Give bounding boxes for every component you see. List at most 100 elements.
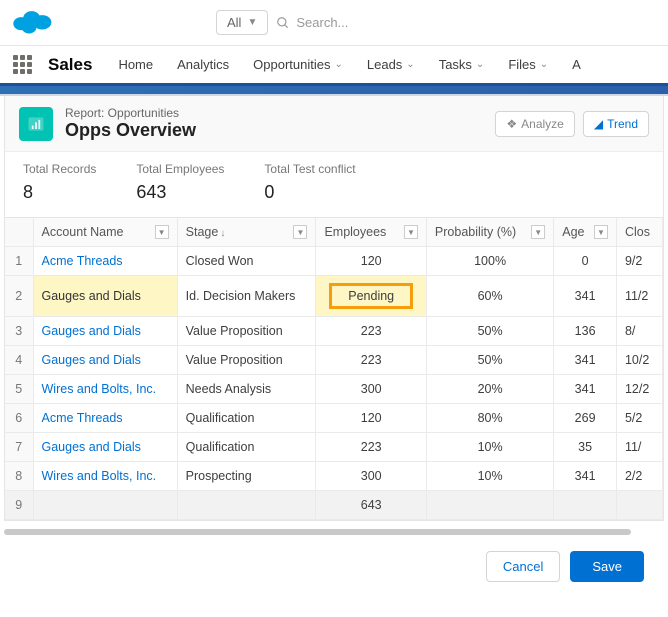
- cell-employees[interactable]: Pending: [316, 276, 426, 317]
- nav-files[interactable]: Files⌄: [500, 57, 556, 72]
- cell-employees: 300: [316, 462, 426, 491]
- cell-employees: 223: [316, 317, 426, 346]
- cell-age: 341: [554, 346, 617, 375]
- analyze-button[interactable]: ❖ Analyze: [495, 111, 574, 137]
- cell-stage: Closed Won: [177, 247, 316, 276]
- cell-account[interactable]: Gauges and Dials: [33, 346, 177, 375]
- col-close[interactable]: Clos: [616, 218, 662, 247]
- table-row: 6Acme ThreadsQualification12080%2695/2: [5, 404, 663, 433]
- report-table: Account Name▼ Stage↓▼ Employees▼ Probabi…: [5, 218, 663, 520]
- cell-stage: Qualification: [177, 404, 316, 433]
- table-row: 3Gauges and DialsValue Proposition22350%…: [5, 317, 663, 346]
- col-rownum: [5, 218, 33, 247]
- column-menu-icon[interactable]: ▼: [404, 225, 418, 239]
- col-account-name[interactable]: Account Name▼: [33, 218, 177, 247]
- cell-rownum: 1: [5, 247, 33, 276]
- search-placeholder: Search...: [296, 15, 348, 30]
- cell-stage: Value Proposition: [177, 346, 316, 375]
- cell-probability: 100%: [426, 247, 553, 276]
- cell-age: 269: [554, 404, 617, 433]
- search-scope-dropdown[interactable]: All ▼: [216, 10, 268, 35]
- cell-age: 341: [554, 462, 617, 491]
- nav-home[interactable]: Home: [110, 57, 161, 72]
- column-menu-icon[interactable]: ▼: [594, 225, 608, 239]
- table-row: 4Gauges and DialsValue Proposition22350%…: [5, 346, 663, 375]
- cell-age: 0: [554, 247, 617, 276]
- cell-account[interactable]: Acme Threads: [33, 247, 177, 276]
- cell-employees: 223: [316, 433, 426, 462]
- cell-rownum: 2: [5, 276, 33, 317]
- total-test-conflict-value: 0: [264, 182, 355, 203]
- cell-close: 10/2: [616, 346, 662, 375]
- salesforce-logo: [12, 6, 54, 39]
- cell-age: 35: [554, 433, 617, 462]
- cell-probability: 50%: [426, 317, 553, 346]
- table-summary-row: 9643: [5, 491, 663, 520]
- cell-age: 341: [554, 276, 617, 317]
- cell-probability: 20%: [426, 375, 553, 404]
- cancel-button[interactable]: Cancel: [486, 551, 560, 582]
- nav-more[interactable]: A: [564, 57, 589, 72]
- cell-account[interactable]: Gauges and Dials: [33, 433, 177, 462]
- cell-probability: 10%: [426, 462, 553, 491]
- cell-stage: Needs Analysis: [177, 375, 316, 404]
- cell-close: 9/2: [616, 247, 662, 276]
- report-icon: [19, 107, 53, 141]
- cell-stage: Prospecting: [177, 462, 316, 491]
- chevron-down-icon: ▼: [247, 17, 257, 28]
- cell-account[interactable]: Wires and Bolts, Inc.: [33, 462, 177, 491]
- cell-rownum: 3: [5, 317, 33, 346]
- sort-desc-icon: ↓: [220, 228, 225, 239]
- col-employees[interactable]: Employees▼: [316, 218, 426, 247]
- chevron-down-icon: ⌄: [476, 59, 484, 70]
- app-launcher-icon[interactable]: [8, 55, 36, 74]
- report-title: Opps Overview: [65, 120, 196, 141]
- cell-employees: 223: [316, 346, 426, 375]
- cell-rownum: 8: [5, 462, 33, 491]
- trend-button[interactable]: ◢ Trend: [583, 111, 649, 137]
- trend-icon: ◢: [594, 117, 603, 131]
- cell-close: 11/2: [616, 276, 662, 317]
- cell-probability: 50%: [426, 346, 553, 375]
- cell-age: 136: [554, 317, 617, 346]
- cell-employees: 120: [316, 247, 426, 276]
- column-menu-icon[interactable]: ▼: [155, 225, 169, 239]
- column-menu-icon[interactable]: ▼: [531, 225, 545, 239]
- cell-close: 5/2: [616, 404, 662, 433]
- chevron-down-icon: ⌄: [406, 59, 414, 70]
- total-employees-label: Total Employees: [136, 162, 224, 176]
- table-row: 2Gauges and DialsId. Decision MakersPend…: [5, 276, 663, 317]
- total-employees-value: 643: [136, 182, 224, 203]
- nav-tasks[interactable]: Tasks⌄: [431, 57, 493, 72]
- cell-probability: 60%: [426, 276, 553, 317]
- cell-account[interactable]: Gauges and Dials: [33, 276, 177, 317]
- cell-close: 2/2: [616, 462, 662, 491]
- cell-stage: Id. Decision Makers: [177, 276, 316, 317]
- chevron-down-icon: ⌄: [540, 59, 548, 70]
- cell-employees: 300: [316, 375, 426, 404]
- col-stage[interactable]: Stage↓▼: [177, 218, 316, 247]
- nav-opportunities[interactable]: Opportunities⌄: [245, 57, 351, 72]
- nav-leads[interactable]: Leads⌄: [359, 57, 423, 72]
- chevron-down-icon: ⌄: [334, 59, 342, 70]
- cell-close: 8/: [616, 317, 662, 346]
- column-menu-icon[interactable]: ▼: [293, 225, 307, 239]
- nav-analytics[interactable]: Analytics: [169, 57, 237, 72]
- cell-account[interactable]: Gauges and Dials: [33, 317, 177, 346]
- search-input[interactable]: Search...: [276, 15, 536, 30]
- col-age[interactable]: Age▼: [554, 218, 617, 247]
- total-test-conflict-label: Total Test conflict: [264, 162, 355, 176]
- cell-account[interactable]: Acme Threads: [33, 404, 177, 433]
- cell-employees: 120: [316, 404, 426, 433]
- cell-stage: Qualification: [177, 433, 316, 462]
- cell-rownum: 6: [5, 404, 33, 433]
- horizontal-scrollbar[interactable]: [4, 527, 664, 537]
- cell-rownum: 4: [5, 346, 33, 375]
- search-scope-label: All: [227, 15, 241, 30]
- cell-age: 341: [554, 375, 617, 404]
- save-button[interactable]: Save: [570, 551, 644, 582]
- cell-account[interactable]: Wires and Bolts, Inc.: [33, 375, 177, 404]
- col-probability[interactable]: Probability (%)▼: [426, 218, 553, 247]
- cell-rownum: 7: [5, 433, 33, 462]
- cell-close: 11/: [616, 433, 662, 462]
